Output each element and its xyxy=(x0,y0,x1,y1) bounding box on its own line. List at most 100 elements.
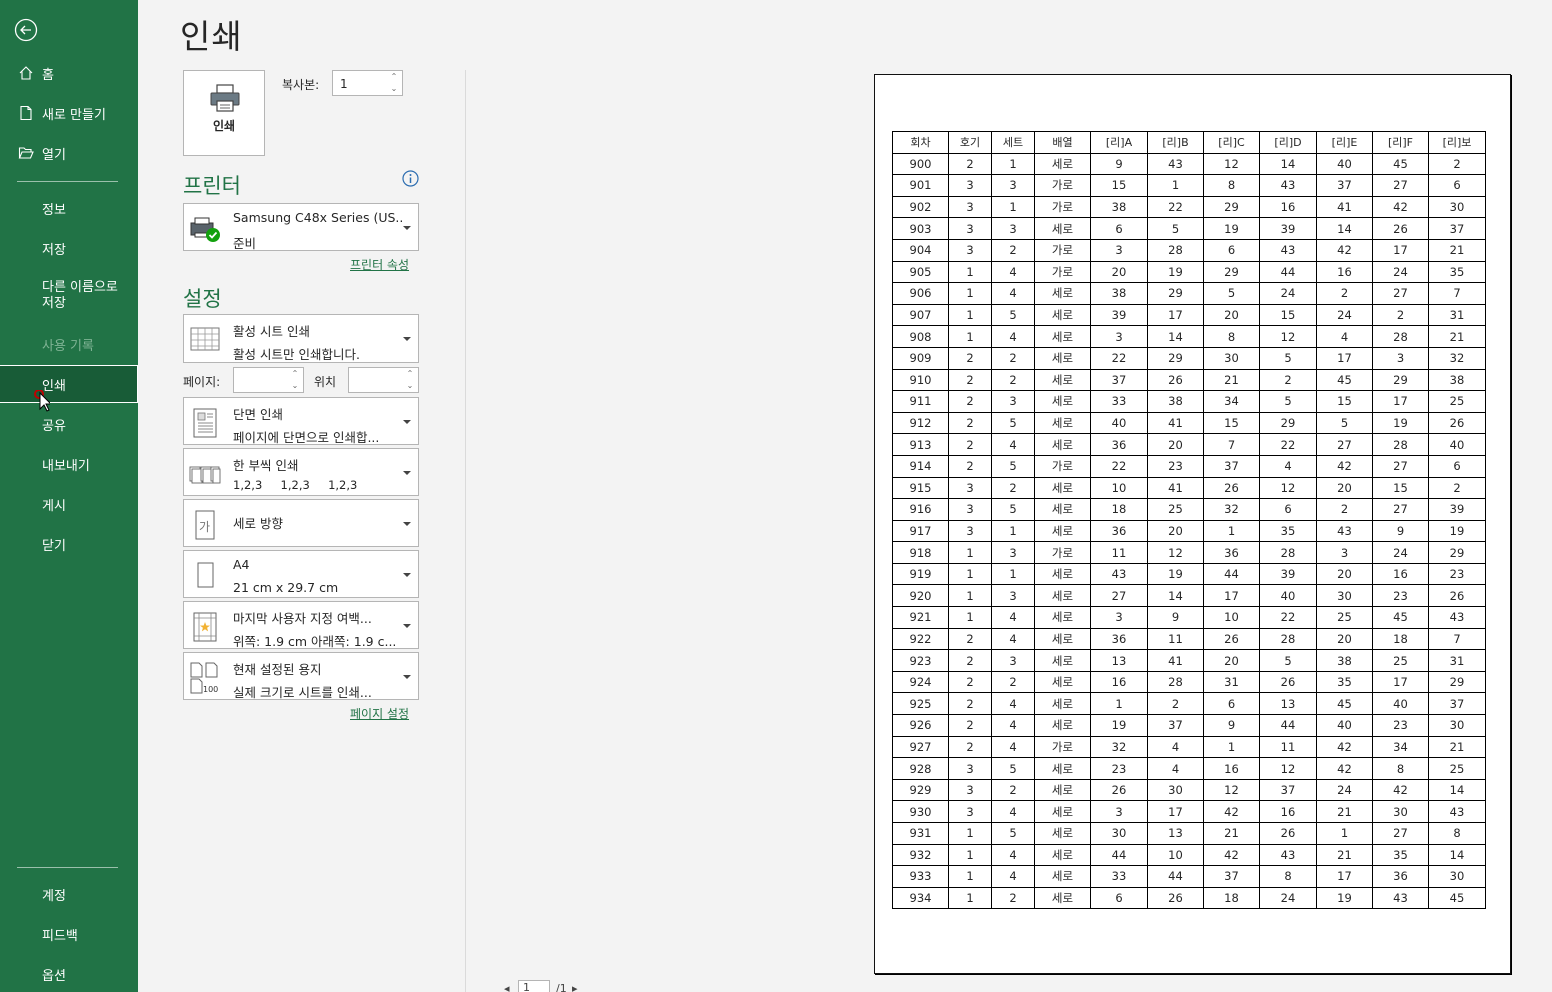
table-cell: 9 xyxy=(1090,152,1148,176)
nav-save[interactable]: 저장 xyxy=(0,229,138,267)
table-cell: 12 xyxy=(1203,152,1260,176)
nav-account[interactable]: 계정 xyxy=(0,875,138,913)
table-cell: 2 xyxy=(948,411,992,435)
table-cell: 17 xyxy=(1372,238,1429,262)
table-cell: 30 xyxy=(1428,195,1486,219)
paper-size-desc: 21 cm x 29.7 cm xyxy=(233,580,339,595)
table-cell: 가로 xyxy=(1034,260,1091,284)
collate-dropdown[interactable]: 한 부씩 인쇄 1,2,3 1,2,3 1,2,3 xyxy=(183,448,419,496)
paper-size-dropdown[interactable]: A4 21 cm x 29.7 cm xyxy=(183,550,419,598)
table-cell: 28 xyxy=(1259,541,1317,564)
nav-feedback-label: 피드백 xyxy=(42,928,78,944)
scaling-dropdown[interactable]: 100 현재 설정된 용지 실제 크기로 시트를 인쇄... xyxy=(183,652,419,700)
table-cell: 1 xyxy=(948,822,992,845)
collate-title: 한 부씩 인쇄 xyxy=(233,458,299,473)
table-cell: 2 xyxy=(1147,692,1204,716)
spin-down-icon[interactable]: ⌄ xyxy=(290,381,300,391)
table-cell: 3 xyxy=(1090,800,1148,823)
table-cell: 세로 xyxy=(1034,649,1091,672)
nav-new[interactable]: 새로 만들기 xyxy=(0,94,138,132)
table-cell: 31 xyxy=(1428,649,1486,672)
table-row: 932 1 4 세로 44 10 42 43 21 35 14 xyxy=(892,843,1486,867)
table-cell: 12 xyxy=(1203,778,1260,802)
nav-save-as[interactable]: 다른 이름으로 저장 xyxy=(0,277,138,315)
nav-info[interactable]: 정보 xyxy=(0,189,138,227)
table-cell: 1 xyxy=(991,519,1035,543)
table-cell: 27 xyxy=(1372,282,1429,305)
spin-down-icon[interactable]: ⌄ xyxy=(389,84,399,94)
table-row: 929 3 2 세로 26 30 12 37 24 42 14 xyxy=(892,778,1486,802)
table-cell: 40 xyxy=(1259,584,1317,608)
column-header: [리]C xyxy=(1203,131,1260,154)
table-cell: 903 xyxy=(892,217,949,240)
table-cell: 3 xyxy=(948,238,992,262)
print-button[interactable]: 인쇄 xyxy=(183,70,265,156)
home-icon xyxy=(19,66,33,80)
nav-share[interactable]: 공유 xyxy=(0,405,138,443)
table-cell: 세로 xyxy=(1034,822,1091,845)
nav-feedback[interactable]: 피드백 xyxy=(0,915,138,953)
nav-home[interactable]: 홈 xyxy=(0,54,138,92)
table-cell: 28 xyxy=(1147,670,1204,694)
table-cell: 45 xyxy=(1428,886,1486,910)
table-row: 917 3 1 세로 36 20 1 35 43 9 19 xyxy=(892,519,1486,543)
nav-open[interactable]: 열기 xyxy=(0,134,138,172)
table-cell: 1 xyxy=(948,325,992,348)
column-header: [리]D xyxy=(1259,131,1317,154)
table-cell: 918 xyxy=(892,541,949,564)
table-cell: 35 xyxy=(1316,670,1373,694)
copies-value: 1 xyxy=(340,77,348,91)
table-cell: 12 xyxy=(1259,476,1317,500)
nav-export[interactable]: 내보내기 xyxy=(0,445,138,483)
table-row: 911 2 3 세로 33 38 34 5 15 17 25 xyxy=(892,390,1486,413)
table-cell: 세로 xyxy=(1034,411,1091,435)
spin-down-icon[interactable]: ⌄ xyxy=(405,381,415,391)
table-cell: 20 xyxy=(1316,476,1373,500)
orientation-dropdown[interactable]: 가 세로 방향 xyxy=(183,499,419,547)
current-page-input[interactable]: 1 xyxy=(518,980,550,992)
table-cell: 19 xyxy=(1428,519,1486,543)
collate-desc: 1,2,3 1,2,3 1,2,3 xyxy=(233,478,358,492)
printer-properties-link[interactable]: 프린터 속성 xyxy=(350,256,409,273)
back-arrow-icon[interactable] xyxy=(14,18,38,42)
spin-up-icon[interactable]: ⌃ xyxy=(290,369,300,379)
table-row: 923 2 3 세로 13 41 20 5 38 25 31 xyxy=(892,649,1486,672)
nav-options[interactable]: 옵션 xyxy=(0,955,138,992)
table-cell: 33 xyxy=(1090,390,1148,413)
table-row: 913 2 4 세로 36 20 7 22 27 28 40 xyxy=(892,433,1486,456)
info-icon[interactable] xyxy=(402,170,419,187)
table-cell: 908 xyxy=(892,325,949,348)
copies-spinner[interactable]: 1 ⌃ ⌄ xyxy=(332,70,403,96)
pages-to-spinner[interactable]: ⌃ ⌄ xyxy=(348,367,419,393)
table-cell: 37 xyxy=(1147,714,1204,737)
table-cell: 31 xyxy=(1203,670,1260,694)
prev-page-icon[interactable]: ◂ xyxy=(504,982,510,992)
nav-print[interactable]: 인쇄 xyxy=(0,365,138,403)
next-page-icon[interactable]: ▸ xyxy=(572,982,578,992)
sides-dropdown[interactable]: 단면 인쇄 페이지에 단면으로 인쇄합... xyxy=(183,397,419,445)
table-cell: 2 xyxy=(1316,282,1373,305)
pages-to-label: 위치 xyxy=(314,375,337,389)
printer-dropdown[interactable]: Samsung C48x Series (US... 준비 xyxy=(183,203,419,251)
table-cell: 8 xyxy=(1428,822,1486,845)
folder-open-icon xyxy=(18,147,34,159)
nav-close[interactable]: 닫기 xyxy=(0,525,138,563)
table-cell: 27 xyxy=(1372,822,1429,845)
page-setup-link[interactable]: 페이지 설정 xyxy=(350,705,409,722)
table-cell: 30 xyxy=(1316,584,1373,608)
table-cell: 3 xyxy=(1372,346,1429,370)
margins-dropdown[interactable]: 마지막 사용자 지정 여백... 위쪽: 1.9 cm 아래쪽: 1.9 c..… xyxy=(183,601,419,649)
spin-up-icon[interactable]: ⌃ xyxy=(405,369,415,379)
table-cell: 4 xyxy=(991,692,1035,716)
spin-up-icon[interactable]: ⌃ xyxy=(389,72,399,82)
table-cell: 5 xyxy=(1259,649,1317,672)
table-cell: 35 xyxy=(1259,519,1317,543)
table-cell: 9 xyxy=(1203,714,1260,737)
table-cell: 1 xyxy=(991,195,1035,219)
table-cell: 3 xyxy=(948,498,992,521)
nav-publish[interactable]: 게시 xyxy=(0,485,138,523)
table-cell: 30 xyxy=(1372,800,1429,823)
print-what-dropdown[interactable]: 활성 시트 인쇄 활성 시트만 인쇄합니다. xyxy=(183,314,419,363)
pages-from-spinner[interactable]: ⌃ ⌄ xyxy=(233,367,304,393)
table-cell: 28 xyxy=(1372,325,1429,348)
